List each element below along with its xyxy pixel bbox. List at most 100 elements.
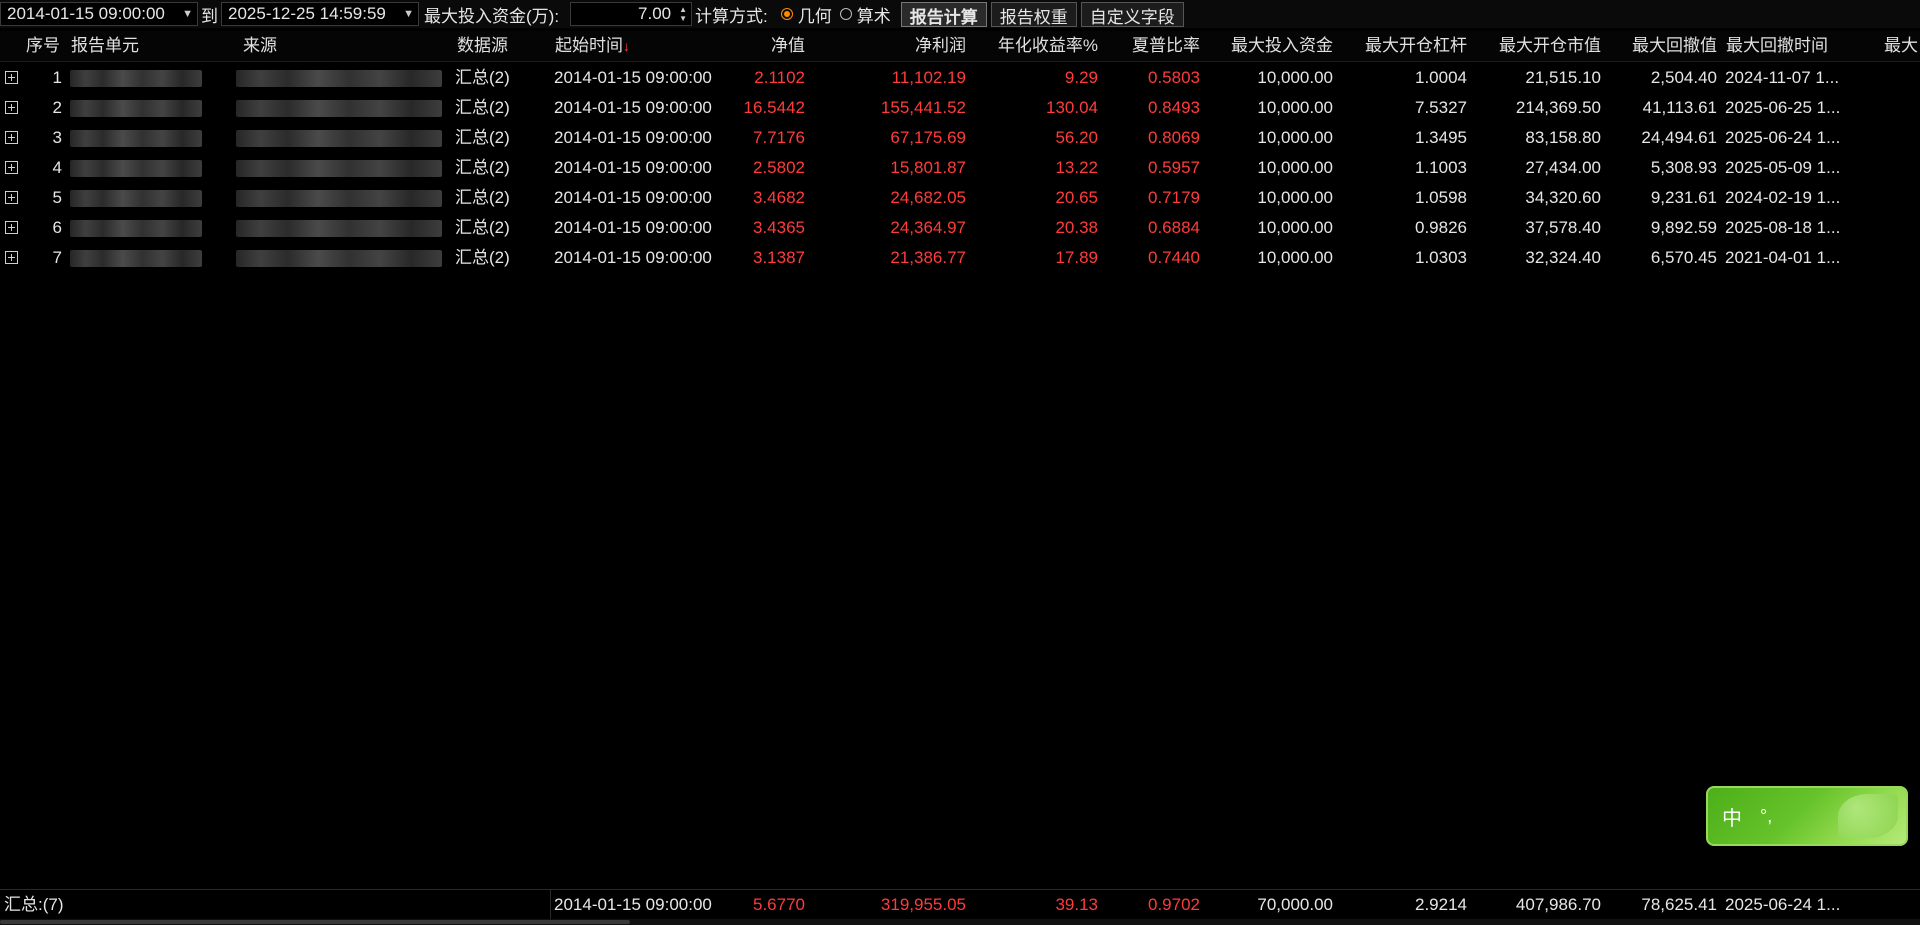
radio-arithmetic-label[interactable]: 算术 [857,2,891,27]
cell-leverage: 1.1003 [1415,158,1467,177]
col-header-more[interactable]: 最大 [1884,31,1920,61]
end-time-picker[interactable]: 2025-12-25 14:59:59 ▼ [221,2,419,26]
col-header-source[interactable]: 来源 [243,31,373,61]
cell-nav: 3.1387 [753,248,805,267]
summary-nav: 5.6770 [753,895,805,914]
cell-datasource: 汇总(2) [455,248,510,267]
table-row[interactable]: 4 汇总(2) 2014-01-15 09:00:00 2.5802 15,80… [0,153,1920,183]
cell-leverage: 1.0303 [1415,248,1467,267]
redacted-source [236,190,442,207]
cell-maxcap: 10,000.00 [1257,158,1333,177]
chevron-down-icon[interactable]: ▼ [403,8,414,20]
table-row[interactable]: 1 汇总(2) 2014-01-15 09:00:00 2.1102 11,10… [0,63,1920,93]
redacted-unit [70,190,202,207]
cell-maxcap: 10,000.00 [1257,68,1333,87]
report-calc-button[interactable]: 报告计算 [900,1,987,27]
expand-plus-icon[interactable] [5,221,18,234]
report-weight-button[interactable]: 报告权重 [990,1,1077,27]
cell-marketval: 37,578.40 [1525,218,1601,237]
cell-marketval: 34,320.60 [1525,188,1601,207]
ime-punct[interactable]: °, [1760,806,1772,827]
cell-seq: 4 [52,158,62,177]
table-row[interactable]: 5 汇总(2) 2014-01-15 09:00:00 3.4682 24,68… [0,183,1920,213]
radio-geometric-label[interactable]: 几何 [798,2,832,27]
ime-mode[interactable]: 中 [1722,802,1742,831]
chevron-down-icon[interactable]: ▼ [182,8,193,20]
cell-drawdown: 9,231.61 [1650,188,1717,207]
cell-datasource: 汇总(2) [455,218,510,237]
redacted-source [236,130,442,147]
col-header-maxcap[interactable]: 最大投入资金 [1203,31,1333,61]
cell-ddtime: 2025-06-24 1... [1725,128,1841,147]
cell-maxcap: 10,000.00 [1257,218,1333,237]
col-header-ddtime[interactable]: 最大回撤时间 [1726,31,1866,61]
radio-arithmetic[interactable] [839,8,852,20]
calc-method-label: 计算方式: [695,6,768,26]
redacted-source [236,160,442,177]
cell-nav: 16.5442 [743,98,805,117]
ime-toolbar[interactable]: 中 °, [1706,786,1908,846]
col-header-profit[interactable]: 净利润 [846,31,966,61]
col-header-annual[interactable]: 年化收益率% [978,31,1098,61]
redacted-unit [70,250,202,267]
spinner-icon[interactable]: ▲ ▼ [679,5,687,23]
cell-profit: 24,364.97 [890,218,966,237]
scrollbar-thumb[interactable] [0,920,630,924]
table-row[interactable]: 2 汇总(2) 2014-01-15 09:00:00 16.5442 155,… [0,93,1920,123]
col-header-drawdown[interactable]: 最大回撤值 [1605,31,1717,61]
cell-sharpe: 0.7440 [1148,248,1200,267]
redacted-unit [70,130,202,147]
cell-datasource: 汇总(2) [455,128,510,147]
expand-plus-icon[interactable] [5,251,18,264]
expand-plus-icon[interactable] [5,101,18,114]
col-header-seq[interactable]: 序号 [26,31,66,61]
custom-field-button[interactable]: 自定义字段 [1080,1,1184,27]
capital-value: 7.00 [638,4,672,23]
col-header-sharpe[interactable]: 夏普比率 [1100,31,1200,61]
col-header-marketval[interactable]: 最大开仓市值 [1471,31,1601,61]
cell-seq: 7 [52,248,62,267]
table-row[interactable]: 3 汇总(2) 2014-01-15 09:00:00 7.7176 67,17… [0,123,1920,153]
summary-maxcap: 70,000.00 [1257,895,1333,914]
redacted-source [236,100,442,117]
expand-plus-icon[interactable] [5,161,18,174]
start-time-picker[interactable]: 2014-01-15 09:00:00 ▼ [0,2,198,26]
col-header-start[interactable]: 起始时间↓ [555,31,675,61]
summary-annual: 39.13 [1055,895,1098,914]
expand-plus-icon[interactable] [5,71,18,84]
cell-annual: 20.38 [1055,218,1098,237]
table-header: 序号 报告单元 来源 数据源 起始时间↓ 净值 净利润 年化收益率% 夏普比率 … [0,31,1920,62]
redacted-unit [70,160,202,177]
cell-marketval: 214,369.50 [1515,98,1601,117]
summary-leverage: 2.9214 [1415,895,1467,914]
cell-profit: 67,175.69 [890,128,966,147]
cell-seq: 2 [52,98,62,117]
redacted-unit [70,70,202,87]
cell-ddtime: 2024-02-19 1... [1725,188,1841,207]
table-row[interactable]: 7 汇总(2) 2014-01-15 09:00:00 3.1387 21,38… [0,243,1920,273]
col-header-nav[interactable]: 净值 [705,31,805,61]
cell-datasource: 汇总(2) [455,158,510,177]
sort-arrow-icon: ↓ [623,38,630,54]
expand-plus-icon[interactable] [5,191,18,204]
cell-leverage: 1.0004 [1415,68,1467,87]
cell-leverage: 7.5327 [1415,98,1467,117]
cell-start: 2014-01-15 09:00:00 [554,68,712,87]
horizontal-scrollbar[interactable] [0,919,1920,925]
table-row[interactable]: 6 汇总(2) 2014-01-15 09:00:00 3.4365 24,36… [0,213,1920,243]
cell-sharpe: 0.5803 [1148,68,1200,87]
radio-geometric[interactable] [780,8,793,20]
cell-nav: 2.1102 [754,68,805,87]
expand-plus-icon[interactable] [5,131,18,144]
col-header-unit[interactable]: 报告单元 [71,31,201,61]
capital-label: 最大投入资金(万): [424,6,560,26]
col-header-datasource[interactable]: 数据源 [457,31,547,61]
capital-input[interactable]: 7.00 ▲ ▼ [570,2,693,26]
toolbar: 2014-01-15 09:00:00 ▼ 到 2025-12-25 14:59… [0,0,1920,28]
col-header-leverage[interactable]: 最大开仓杠杆 [1337,31,1467,61]
calc-method-radio-group: 几何 算术 [771,2,891,27]
cell-drawdown: 9,892.59 [1650,218,1717,237]
summary-drawdown: 78,625.41 [1641,895,1717,914]
cell-datasource: 汇总(2) [455,188,510,207]
cell-annual: 9.29 [1064,68,1098,87]
